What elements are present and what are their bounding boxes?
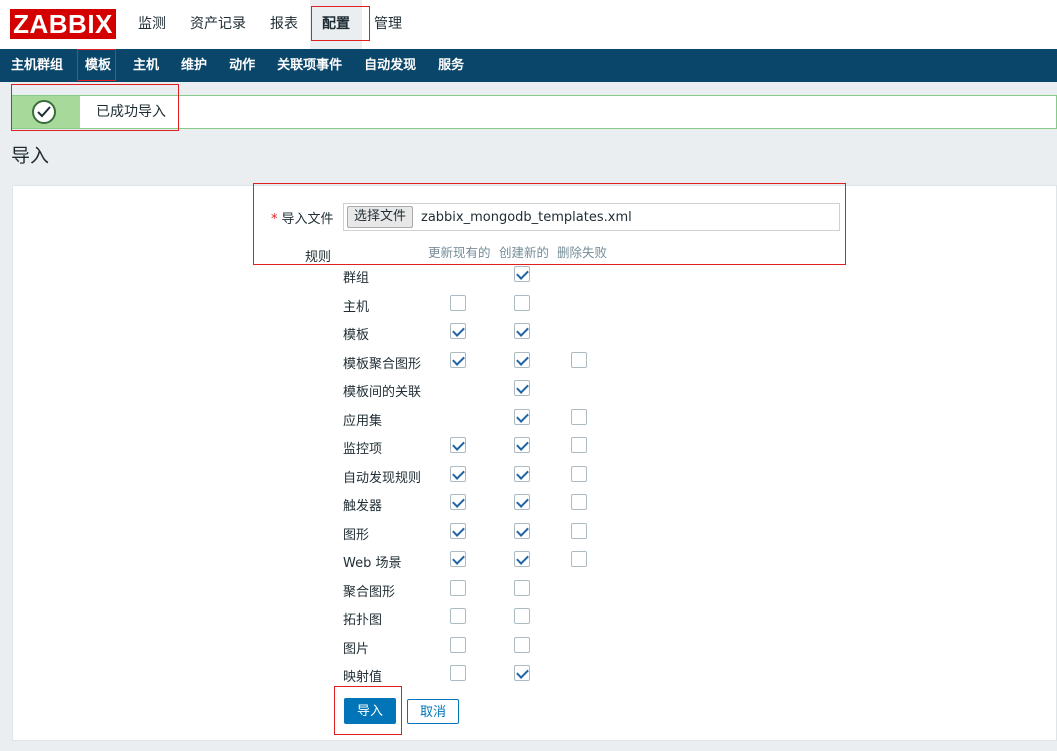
success-message: 已成功导入 bbox=[12, 95, 1057, 129]
message-icon-area bbox=[12, 96, 80, 128]
rule-checkbox-update[interactable] bbox=[450, 636, 466, 653]
rule-checkbox-create[interactable] bbox=[514, 323, 530, 339]
rule-checkbox-update[interactable] bbox=[450, 665, 466, 681]
file-name: zabbix_mongodb_templates.xml bbox=[421, 210, 632, 225]
rule-label: 图形 bbox=[343, 527, 370, 543]
rule-checkbox-create[interactable] bbox=[514, 465, 530, 482]
topnav-item-3[interactable]: 配置 bbox=[310, 0, 362, 49]
rule-label: 图片 bbox=[343, 641, 370, 657]
rule-label: 触发器 bbox=[343, 499, 383, 514]
rule-checkbox-delete[interactable] bbox=[571, 465, 587, 482]
rule-label: 模板间的关联 bbox=[343, 385, 422, 400]
rule-checkbox-create[interactable] bbox=[514, 266, 530, 282]
file-input[interactable]: 选择文件 zabbix_mongodb_templates.xml bbox=[343, 203, 840, 231]
subnav-item-3[interactable]: 维护 bbox=[170, 49, 218, 82]
rule-checkbox-create[interactable] bbox=[514, 579, 530, 596]
rule-label: 主机 bbox=[343, 299, 370, 315]
rule-checkbox-create[interactable] bbox=[514, 522, 530, 539]
rule-checkbox-update[interactable] bbox=[450, 437, 466, 453]
required-mark: * bbox=[271, 212, 278, 227]
rule-checkbox-create[interactable] bbox=[514, 665, 530, 681]
rule-label: 群组 bbox=[343, 271, 370, 286]
subnav-item-0[interactable]: 主机群组 bbox=[0, 49, 74, 82]
rule-checkbox-delete[interactable] bbox=[571, 351, 587, 368]
import-button[interactable]: 导入 bbox=[344, 698, 396, 724]
sub-nav: 主机群组 模板 主机 维护 动作 关联项事件 自动发现 服务 bbox=[0, 49, 1057, 82]
file-label: 导入文件 bbox=[281, 212, 334, 227]
rule-checkbox-create[interactable] bbox=[514, 608, 530, 624]
rule-checkbox-create[interactable] bbox=[514, 494, 530, 510]
rule-checkbox-create[interactable] bbox=[514, 551, 530, 567]
rule-checkbox-update[interactable] bbox=[450, 323, 466, 339]
subnav-item-4[interactable]: 动作 bbox=[218, 49, 266, 82]
rule-checkbox-update[interactable] bbox=[450, 351, 466, 368]
rule-checkbox-delete[interactable] bbox=[571, 522, 587, 539]
column-create-new: 创建新的 bbox=[499, 245, 550, 260]
file-label-wrap: * 导入文件 bbox=[271, 208, 334, 227]
rule-checkbox-create[interactable] bbox=[514, 408, 530, 425]
rule-label: 聚合图形 bbox=[343, 584, 396, 600]
rule-checkbox-update[interactable] bbox=[450, 465, 466, 482]
topnav-item-0[interactable]: 监测 bbox=[126, 0, 178, 49]
subnav-item-1[interactable]: 模板 bbox=[74, 49, 123, 82]
import-form-card bbox=[12, 185, 1057, 741]
main-nav: 监测 资产记录 报表 配置 管理 bbox=[126, 0, 414, 49]
topnav-item-4[interactable]: 管理 bbox=[362, 0, 414, 49]
rule-checkbox-delete[interactable] bbox=[571, 408, 587, 425]
rule-label: 模板聚合图形 bbox=[343, 356, 422, 372]
subnav-item-6[interactable]: 自动发现 bbox=[353, 49, 427, 82]
rule-label: 监控项 bbox=[343, 442, 383, 457]
rule-checkbox-update[interactable] bbox=[450, 494, 466, 510]
message-text: 已成功导入 bbox=[96, 104, 166, 120]
rule-checkbox-update[interactable] bbox=[450, 551, 466, 567]
rule-checkbox-update[interactable] bbox=[450, 608, 466, 624]
rule-label: 应用集 bbox=[343, 413, 383, 429]
rule-checkbox-delete[interactable] bbox=[571, 494, 587, 510]
column-delete-missing: 删除失败 bbox=[557, 245, 608, 260]
rule-label: 模板 bbox=[343, 328, 370, 343]
page-title: 导入 bbox=[11, 145, 50, 167]
subnav-item-2[interactable]: 主机 bbox=[122, 49, 170, 82]
rule-checkbox-create[interactable] bbox=[514, 380, 530, 396]
rule-checkbox-create[interactable] bbox=[514, 437, 530, 453]
rule-checkbox-update[interactable] bbox=[450, 522, 466, 539]
rule-checkbox-create[interactable] bbox=[514, 351, 530, 368]
rule-label: 映射值 bbox=[343, 670, 383, 685]
rules-label: 规则 bbox=[305, 250, 332, 265]
rule-checkbox-create[interactable] bbox=[514, 294, 530, 311]
zabbix-logo[interactable]: ZABBIX bbox=[10, 9, 116, 39]
subnav-item-7[interactable]: 服务 bbox=[427, 49, 475, 82]
rule-checkbox-update[interactable] bbox=[450, 294, 466, 311]
subnav-item-5[interactable]: 关联项事件 bbox=[266, 49, 353, 82]
cancel-button[interactable]: 取消 bbox=[407, 699, 459, 724]
rule-checkbox-update[interactable] bbox=[450, 579, 466, 596]
column-update-existing: 更新现有的 bbox=[428, 245, 491, 260]
rule-checkbox-create[interactable] bbox=[514, 636, 530, 653]
rule-label: 拓扑图 bbox=[343, 613, 383, 628]
choose-file-button[interactable]: 选择文件 bbox=[347, 206, 414, 228]
rule-label: Web 场景 bbox=[343, 556, 402, 571]
check-circle-icon bbox=[32, 100, 56, 124]
rule-label: 自动发现规则 bbox=[343, 470, 422, 486]
rule-checkbox-delete[interactable] bbox=[571, 437, 587, 453]
topnav-item-2[interactable]: 报表 bbox=[258, 0, 310, 49]
top-bar: ZABBIX 监测 资产记录 报表 配置 管理 bbox=[0, 0, 1057, 49]
rule-checkbox-delete[interactable] bbox=[571, 551, 587, 567]
topnav-item-1[interactable]: 资产记录 bbox=[178, 0, 258, 49]
